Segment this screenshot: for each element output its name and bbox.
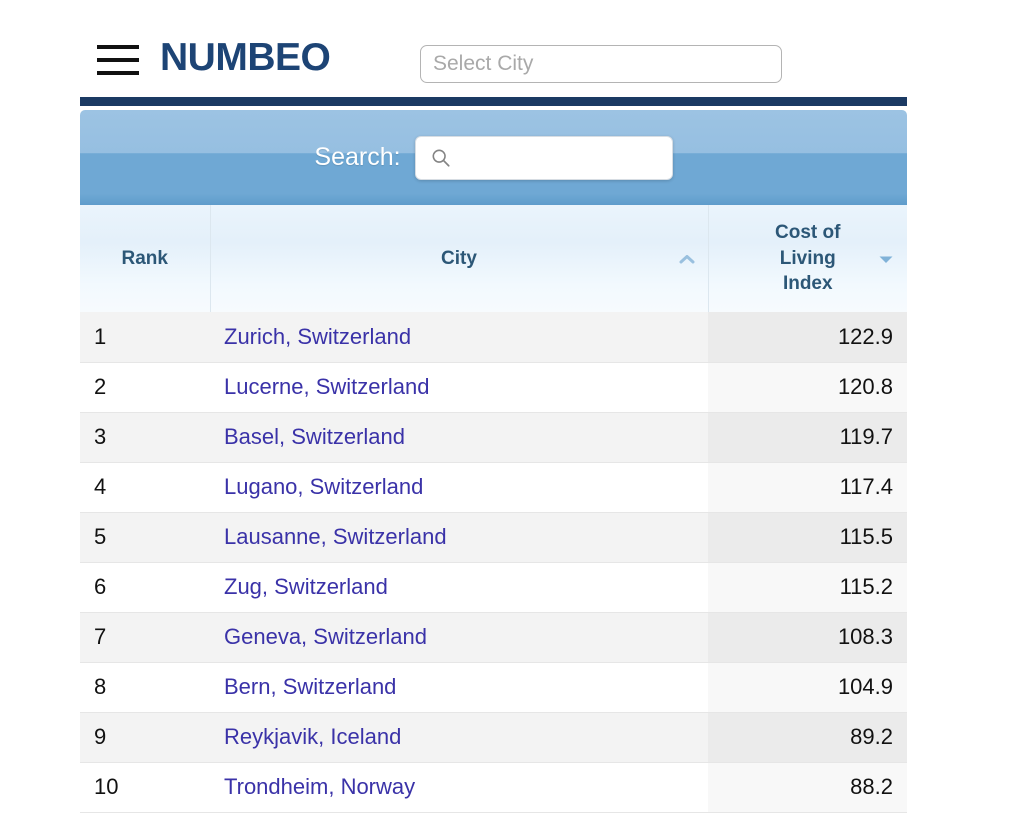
cell-city: Bern, Switzerland xyxy=(210,662,708,712)
cell-cost-of-living-index: 104.9 xyxy=(708,662,907,712)
cell-city: Lucerne, Switzerland xyxy=(210,362,708,412)
cell-cost-of-living-index: 117.4 xyxy=(708,462,907,512)
cell-city: Geneva, Switzerland xyxy=(210,612,708,662)
table-header-row: Rank City Cost of Living Index xyxy=(80,205,907,312)
table-row: 1 Zurich, Switzerland 122.9 xyxy=(80,312,907,362)
search-panel: Search: xyxy=(80,110,907,205)
column-header-index-line-2: Living xyxy=(723,246,894,272)
cell-rank: 10 xyxy=(80,762,210,812)
city-select-input[interactable] xyxy=(420,45,782,83)
cell-city: Reykjavik, Iceland xyxy=(210,712,708,762)
cell-cost-of-living-index: 120.8 xyxy=(708,362,907,412)
navy-divider-bar xyxy=(80,97,907,106)
city-link[interactable]: Zurich, Switzerland xyxy=(224,324,411,349)
cell-cost-of-living-index: 115.5 xyxy=(708,512,907,562)
city-link[interactable]: Zug, Switzerland xyxy=(224,574,388,599)
city-link[interactable]: Basel, Switzerland xyxy=(224,424,405,449)
city-link[interactable]: Reykjavik, Iceland xyxy=(224,724,401,749)
cell-rank: 9 xyxy=(80,712,210,762)
column-header-city-label: City xyxy=(441,248,477,269)
cell-city: Zurich, Switzerland xyxy=(210,312,708,362)
table-row: 10 Trondheim, Norway 88.2 xyxy=(80,762,907,812)
table-row: 4 Lugano, Switzerland 117.4 xyxy=(80,462,907,512)
cost-of-living-table: Rank City Cost of Living Index 1 Zurich, … xyxy=(80,205,907,813)
city-link[interactable]: Geneva, Switzerland xyxy=(224,624,427,649)
search-input[interactable] xyxy=(456,136,692,180)
city-link[interactable]: Lugano, Switzerland xyxy=(224,474,423,499)
cell-cost-of-living-index: 122.9 xyxy=(708,312,907,362)
search-label: Search: xyxy=(314,143,400,172)
search-box[interactable] xyxy=(415,136,673,180)
column-header-rank-label: Rank xyxy=(122,248,168,269)
column-header-index-line-1: Cost of xyxy=(723,220,894,246)
column-header-cost-of-living-index[interactable]: Cost of Living Index xyxy=(708,205,907,312)
chevron-down-icon xyxy=(877,253,895,265)
cell-city: Basel, Switzerland xyxy=(210,412,708,462)
city-link[interactable]: Trondheim, Norway xyxy=(224,774,415,799)
table-row: 6 Zug, Switzerland 115.2 xyxy=(80,562,907,612)
table-row: 2 Lucerne, Switzerland 120.8 xyxy=(80,362,907,412)
cell-rank: 6 xyxy=(80,562,210,612)
site-header: NUMBEO xyxy=(0,0,1018,97)
cell-city: Lugano, Switzerland xyxy=(210,462,708,512)
hamburger-menu-icon[interactable] xyxy=(97,45,139,75)
cell-cost-of-living-index: 115.2 xyxy=(708,562,907,612)
city-select-wrapper xyxy=(420,45,782,83)
search-icon xyxy=(430,147,452,169)
cell-rank: 1 xyxy=(80,312,210,362)
column-header-rank[interactable]: Rank xyxy=(80,205,210,312)
table-body: 1 Zurich, Switzerland 122.9 2 Lucerne, Switz… xyxy=(80,312,907,812)
cell-city: Trondheim, Norway xyxy=(210,762,708,812)
table-head: Rank City Cost of Living Index xyxy=(80,205,907,312)
brand-logo[interactable]: NUMBEO xyxy=(160,36,330,80)
cell-cost-of-living-index: 89.2 xyxy=(708,712,907,762)
chevron-up-icon xyxy=(678,253,696,265)
cell-rank: 4 xyxy=(80,462,210,512)
hamburger-bar xyxy=(97,45,139,49)
column-header-index-line-3: Index xyxy=(723,271,894,297)
cell-city: Lausanne, Switzerland xyxy=(210,512,708,562)
column-header-city[interactable]: City xyxy=(210,205,708,312)
hamburger-bar xyxy=(97,58,139,62)
cell-rank: 3 xyxy=(80,412,210,462)
table-row: 7 Geneva, Switzerland 108.3 xyxy=(80,612,907,662)
table-row: 3 Basel, Switzerland 119.7 xyxy=(80,412,907,462)
cell-rank: 8 xyxy=(80,662,210,712)
city-link[interactable]: Bern, Switzerland xyxy=(224,674,396,699)
table-row: 5 Lausanne, Switzerland 115.5 xyxy=(80,512,907,562)
cell-rank: 5 xyxy=(80,512,210,562)
hamburger-bar xyxy=(97,71,139,75)
cell-cost-of-living-index: 108.3 xyxy=(708,612,907,662)
cell-rank: 2 xyxy=(80,362,210,412)
cell-cost-of-living-index: 88.2 xyxy=(708,762,907,812)
table-row: 8 Bern, Switzerland 104.9 xyxy=(80,662,907,712)
table-row: 9 Reykjavik, Iceland 89.2 xyxy=(80,712,907,762)
cell-cost-of-living-index: 119.7 xyxy=(708,412,907,462)
cell-city: Zug, Switzerland xyxy=(210,562,708,612)
city-link[interactable]: Lausanne, Switzerland xyxy=(224,524,447,549)
city-link[interactable]: Lucerne, Switzerland xyxy=(224,374,429,399)
cell-rank: 7 xyxy=(80,612,210,662)
